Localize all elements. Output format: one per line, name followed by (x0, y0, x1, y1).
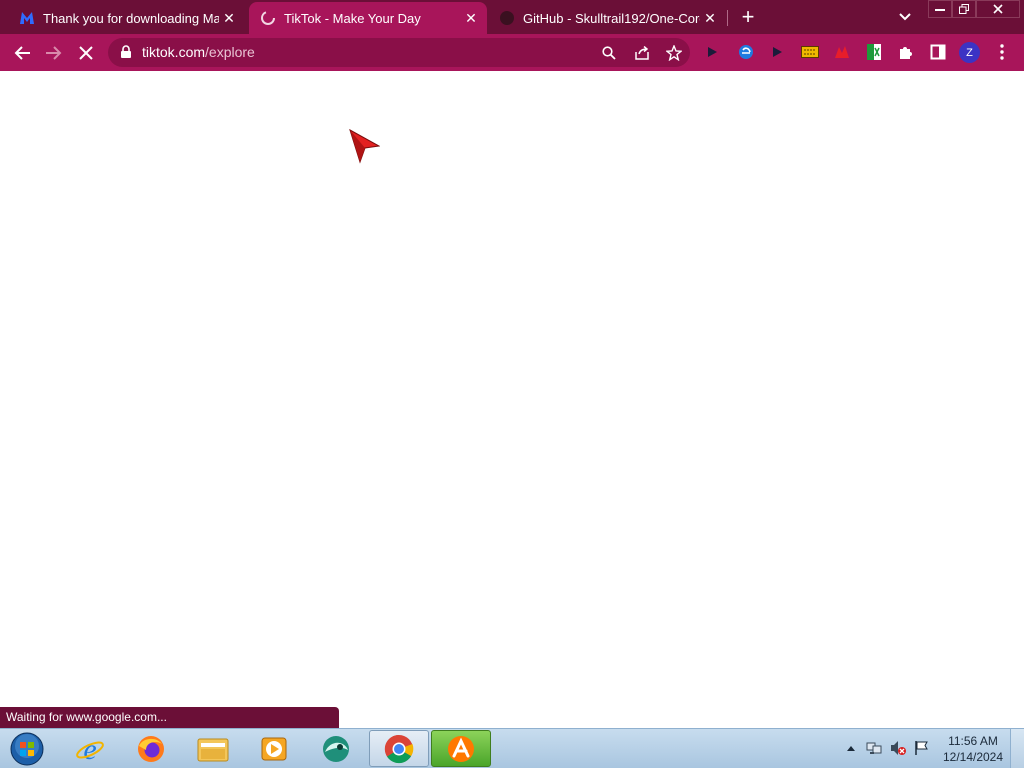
loading-spinner-icon (259, 9, 277, 27)
tab-tiktok[interactable]: TikTok - Make Your Day ✕ (249, 2, 487, 34)
status-bubble: Waiting for www.google.com... (0, 707, 339, 728)
extension-play-icon-2[interactable] (767, 42, 787, 62)
profile-avatar[interactable]: Z (959, 42, 980, 63)
new-tab-button[interactable]: + (736, 5, 760, 29)
tab-title: Thank you for downloading Malwarebytes (43, 10, 219, 26)
address-bar[interactable]: tiktok.com/explore (108, 38, 690, 67)
arrow-right-icon (46, 46, 62, 60)
taskbar-app[interactable] (310, 730, 362, 767)
svg-text:e: e (83, 734, 96, 764)
internet-explorer-icon: e (76, 734, 104, 764)
malwarebytes-icon (18, 9, 36, 27)
minimize-button[interactable] (928, 0, 952, 18)
forward-button[interactable] (42, 41, 66, 65)
start-orb-icon (10, 732, 44, 765)
close-tab-icon[interactable]: ✕ (219, 8, 239, 28)
tab-github[interactable]: GitHub - Skulltrail192/One-Core-API ✕ (488, 2, 726, 34)
taskbar-firefox[interactable] (125, 730, 177, 767)
more-menu-icon[interactable] (992, 42, 1012, 62)
tab-title: GitHub - Skulltrail192/One-Core-API (523, 10, 700, 26)
clock-time: 11:56 AM (948, 734, 998, 748)
file-explorer-icon (197, 738, 229, 761)
close-window-button[interactable] (976, 0, 1020, 18)
extension-sheet-icon[interactable] (864, 42, 884, 62)
url-path: /explore (205, 44, 255, 60)
taskbar: e 11:56 AM 12/14/2024 (0, 728, 1024, 768)
start-button[interactable] (4, 730, 50, 767)
firefox-icon (138, 735, 164, 762)
show-hidden-icons-chevron-up-icon[interactable] (843, 740, 859, 756)
media-player-icon (261, 737, 287, 760)
bookmark-star-icon[interactable] (663, 42, 685, 64)
close-tab-icon[interactable]: ✕ (700, 8, 720, 28)
extension-play-icon[interactable] (702, 42, 722, 62)
extension-keyboard-icon[interactable] (800, 42, 820, 62)
close-tab-icon[interactable]: ✕ (461, 8, 481, 28)
chevron-down-icon (899, 13, 911, 21)
extension-edge-icon[interactable] (736, 42, 756, 62)
stop-loading-button[interactable] (74, 41, 98, 65)
tab-strip: Thank you for downloading Malwarebytes ✕… (0, 0, 1024, 34)
show-desktop-button[interactable] (1010, 729, 1024, 768)
taskbar-internet-explorer[interactable]: e (64, 730, 116, 767)
clock-date: 12/14/2024 (942, 750, 1004, 764)
side-panel-icon[interactable] (928, 42, 948, 62)
url-domain: tiktok.com (142, 44, 206, 60)
mouse-pointer-icon (348, 128, 381, 169)
lock-icon[interactable] (120, 45, 132, 64)
back-button[interactable] (10, 41, 34, 65)
taskbar-chrome[interactable] (369, 730, 429, 767)
chrome-icon (384, 734, 414, 763)
arrow-left-icon (14, 46, 30, 60)
tab-divider (727, 10, 728, 26)
share-icon[interactable] (631, 42, 653, 64)
volume-muted-icon[interactable] (890, 740, 906, 756)
url-text[interactable]: tiktok.com/explore (142, 44, 255, 60)
search-icon[interactable] (598, 42, 620, 64)
tab-malwarebytes[interactable]: Thank you for downloading Malwarebytes ✕ (0, 2, 245, 34)
tab-search-button[interactable] (894, 6, 916, 28)
page-content (0, 71, 1024, 728)
close-icon (79, 46, 93, 60)
taskbar-media-player[interactable] (248, 730, 300, 767)
action-center-flag-icon[interactable] (914, 740, 930, 756)
app-icon (323, 735, 349, 762)
github-icon (498, 9, 516, 27)
browser-toolbar: tiktok.com/explore Z (0, 34, 1024, 71)
network-icon[interactable] (866, 740, 882, 756)
extensions-puzzle-icon[interactable] (896, 42, 916, 62)
tab-title: TikTok - Make Your Day (284, 10, 421, 26)
extension-red-icon[interactable] (832, 42, 852, 62)
restore-button[interactable] (952, 0, 976, 18)
system-clock[interactable]: 11:56 AM 12/14/2024 (940, 733, 1006, 765)
taskbar-avast[interactable] (431, 730, 491, 767)
avast-icon (448, 735, 474, 762)
taskbar-file-explorer[interactable] (187, 730, 239, 767)
